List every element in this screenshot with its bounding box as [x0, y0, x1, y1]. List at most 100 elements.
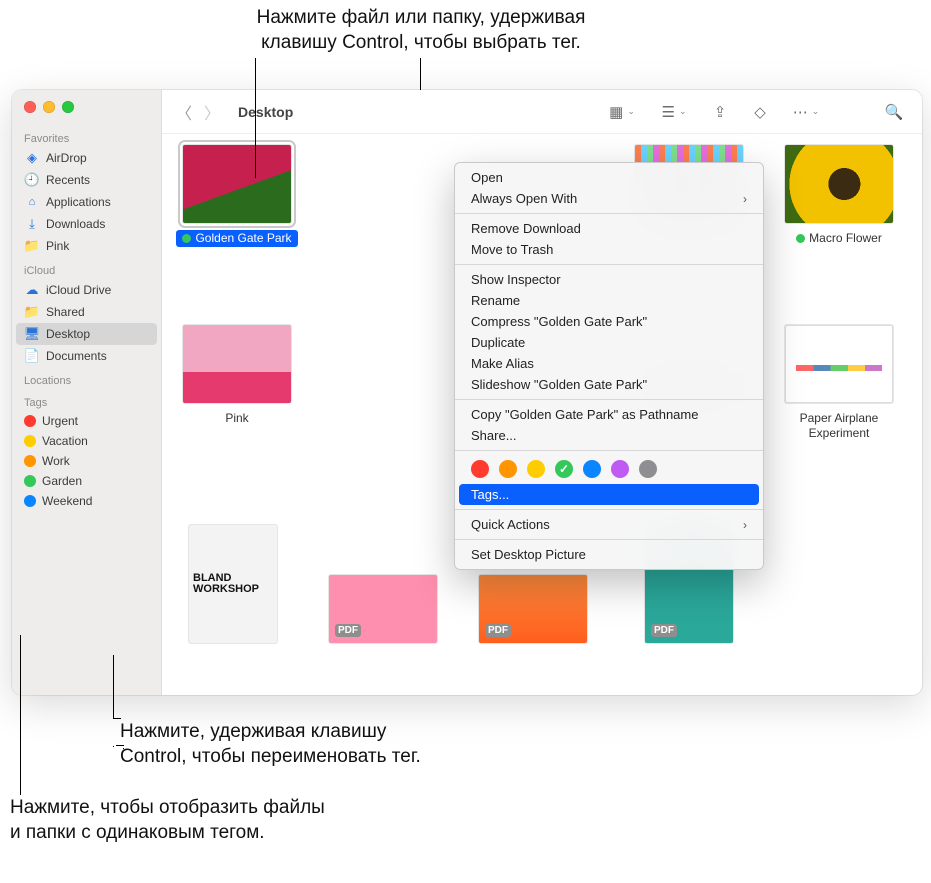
tag-color-red[interactable] [471, 460, 489, 478]
leader-line [20, 635, 21, 795]
main-area: 〈 〉 Desktop ▦⌄ ☰⌄ ⇪ ◇ ⋯⌄ 🔍 Golden Gate P… [162, 90, 922, 695]
sidebar-item-shared[interactable]: 📁 Shared [12, 301, 161, 323]
file-name: Macro Flower [790, 230, 888, 247]
sidebar-item-label: Urgent [42, 414, 78, 428]
sidebar-tag-work[interactable]: Work [12, 451, 161, 471]
menu-item-tags[interactable]: Tags... [459, 484, 759, 505]
search-button[interactable]: 🔍 [880, 100, 908, 124]
file-thumbnail: PDF [328, 574, 438, 644]
menu-item-alias[interactable]: Make Alias [455, 353, 763, 374]
file-item[interactable]: PDF [318, 574, 448, 650]
tag-dot-icon [182, 234, 191, 243]
close-button[interactable] [24, 101, 36, 113]
leader-line [113, 655, 114, 718]
menu-item-rename[interactable]: Rename [455, 290, 763, 311]
tag-color-purple[interactable] [611, 460, 629, 478]
tag-color-orange[interactable] [499, 460, 517, 478]
file-item[interactable]: Macro Flower [774, 144, 904, 247]
sidebar-heading-tags: Tags [12, 395, 161, 411]
tag-color-row [455, 455, 763, 484]
menu-item-slideshow[interactable]: Slideshow "Golden Gate Park" [455, 374, 763, 395]
tag-color-gray[interactable] [639, 460, 657, 478]
nav-buttons: 〈 〉 [176, 100, 220, 124]
chevron-updown-icon: ⌄ [627, 106, 635, 117]
file-name: Pink [219, 410, 254, 427]
pdf-badge: PDF [651, 624, 677, 637]
file-item[interactable]: Golden Gate Park [172, 144, 302, 247]
tag-dot-icon [24, 435, 36, 447]
pdf-badge: PDF [485, 624, 511, 637]
download-icon: ⤓ [24, 216, 40, 232]
callout-bottom: Нажмите, чтобы отобразить файлы и папки … [10, 796, 440, 845]
file-item[interactable]: Paper Airplane Experiment [774, 324, 904, 442]
sidebar-item-desktop[interactable]: 🖥 Desktop [16, 323, 157, 345]
menu-item-trash[interactable]: Move to Trash [455, 239, 763, 260]
forward-button[interactable]: 〉 [204, 100, 220, 124]
sidebar-heading-locations: Locations [12, 373, 161, 389]
tag-dot-icon [24, 455, 36, 467]
callout-mid: Нажмите, удерживая клавишу Control, чтоб… [120, 720, 550, 769]
sidebar-tag-weekend[interactable]: Weekend [12, 491, 161, 511]
tag-color-yellow[interactable] [527, 460, 545, 478]
callout-top: Нажмите файл или папку, удерживая клавиш… [176, 6, 666, 55]
sidebar-item-label: Applications [46, 195, 111, 209]
sidebar-item-label: Pink [46, 239, 69, 253]
sidebar-item-downloads[interactable]: ⤓ Downloads [12, 213, 161, 235]
menu-separator [455, 539, 763, 540]
sidebar-tag-urgent[interactable]: Urgent [12, 411, 161, 431]
sidebar-item-label: Garden [42, 474, 82, 488]
file-item[interactable]: PDF [468, 574, 598, 650]
tags-button[interactable]: ◇ [746, 100, 774, 124]
sidebar-tag-garden[interactable]: Garden [12, 471, 161, 491]
tag-color-blue[interactable] [583, 460, 601, 478]
minimize-button[interactable] [43, 101, 55, 113]
airdrop-icon: ◈ [24, 150, 40, 166]
menu-item-copy-path[interactable]: Copy "Golden Gate Park" as Pathname [455, 404, 763, 425]
tag-color-green[interactable] [555, 460, 573, 478]
menu-item-share[interactable]: Share... [455, 425, 763, 446]
file-item[interactable]: BLAND WORKSHOP [168, 524, 298, 650]
chevron-right-icon: › [743, 518, 747, 532]
menu-item-quick-actions[interactable]: Quick Actions› [455, 514, 763, 535]
grid-icon: ▦ [609, 103, 623, 121]
leader-line [255, 58, 256, 178]
sidebar-tag-vacation[interactable]: Vacation [12, 431, 161, 451]
ellipsis-icon: ⋯ [793, 103, 808, 121]
tag-dot-icon [24, 495, 36, 507]
window-controls [12, 98, 161, 125]
menu-separator [455, 450, 763, 451]
sidebar: Favorites ◈ AirDrop 🕘 Recents ⌂ Applicat… [12, 90, 162, 695]
menu-item-compress[interactable]: Compress "Golden Gate Park" [455, 311, 763, 332]
sidebar-item-applications[interactable]: ⌂ Applications [12, 191, 161, 213]
menu-item-remove-download[interactable]: Remove Download [455, 218, 763, 239]
sidebar-item-label: Weekend [42, 494, 92, 508]
share-button[interactable]: ⇪ [706, 100, 734, 124]
sidebar-item-iclouddrive[interactable]: ☁︎ iCloud Drive [12, 279, 161, 301]
sidebar-item-label: Vacation [42, 434, 88, 448]
sidebar-item-documents[interactable]: 📄 Documents [12, 345, 161, 367]
sidebar-item-recents[interactable]: 🕘 Recents [12, 169, 161, 191]
clock-icon: 🕘 [24, 172, 40, 188]
file-item[interactable]: Pink [172, 324, 302, 427]
chevron-right-icon: › [743, 192, 747, 206]
sidebar-item-airdrop[interactable]: ◈ AirDrop [12, 147, 161, 169]
apps-icon: ⌂ [24, 194, 40, 210]
sidebar-item-label: Documents [46, 349, 107, 363]
group-by-button[interactable]: ☰⌄ [654, 100, 694, 124]
menu-item-inspector[interactable]: Show Inspector [455, 269, 763, 290]
view-icons-button[interactable]: ▦⌄ [602, 100, 642, 124]
menu-item-open-with[interactable]: Always Open With› [455, 188, 763, 209]
tag-dot-icon [796, 234, 805, 243]
menu-item-open[interactable]: Open [455, 167, 763, 188]
sidebar-item-label: Desktop [46, 327, 90, 341]
menu-item-set-desktop[interactable]: Set Desktop Picture [455, 544, 763, 565]
menu-item-duplicate[interactable]: Duplicate [455, 332, 763, 353]
zoom-button[interactable] [62, 101, 74, 113]
file-name: Golden Gate Park [176, 230, 297, 247]
back-button[interactable]: 〈 [176, 100, 192, 124]
cloud-icon: ☁︎ [24, 282, 40, 298]
menu-separator [455, 399, 763, 400]
sidebar-item-pink[interactable]: 📁 Pink [12, 235, 161, 257]
more-button[interactable]: ⋯⌄ [786, 100, 826, 124]
file-thumbnail [182, 144, 292, 224]
